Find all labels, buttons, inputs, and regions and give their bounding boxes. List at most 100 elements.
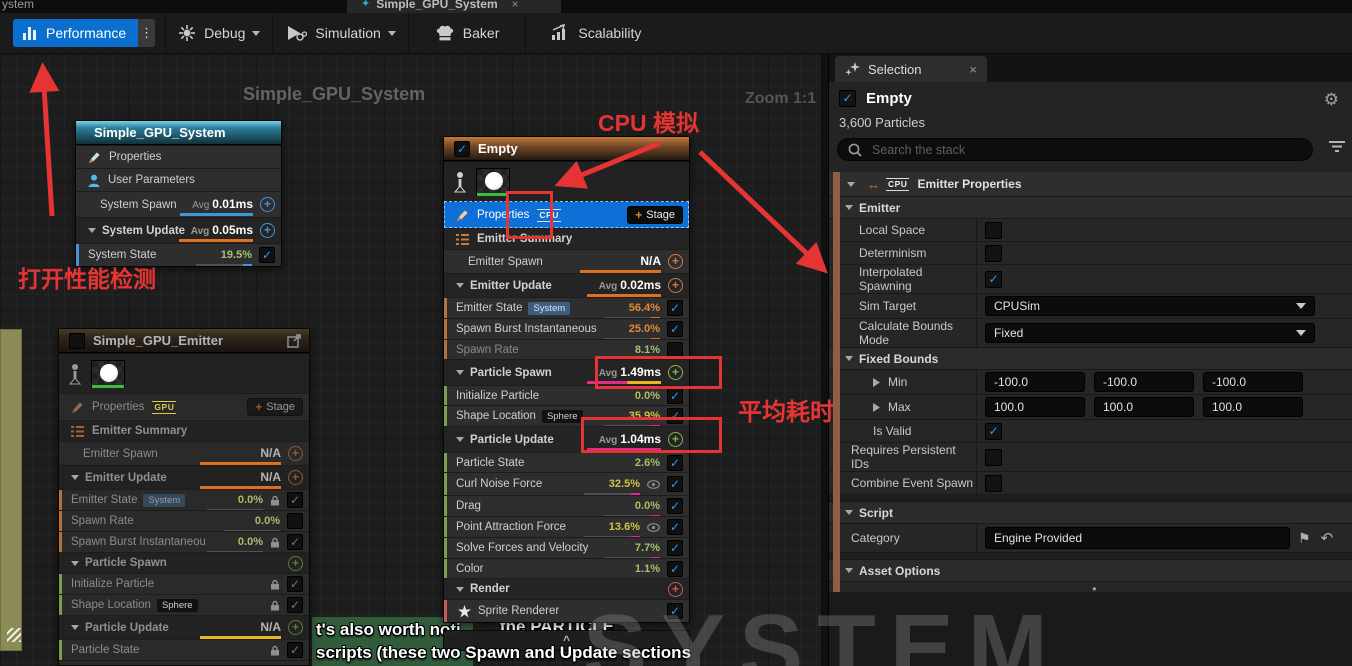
category-field[interactable]: Engine Provided [985,527,1290,549]
tab-simple-gpu-system[interactable]: ✦ Simple_GPU_System × [347,0,561,13]
emitter-enabled-checkbox[interactable] [69,333,85,349]
baker-button[interactable]: Baker [423,13,512,54]
module-checkbox[interactable]: ✓ [287,597,303,613]
renderer-thumbnail[interactable] [476,168,510,196]
empty-solve-forces-row[interactable]: Solve Forces and Velocity 7.7% ✓ [444,537,689,558]
tab-partial[interactable]: ystem [2,0,34,11]
module-checkbox[interactable]: ✓ [667,321,683,337]
collapse-arrow-icon[interactable] [847,182,855,187]
min-y-field[interactable]: -100.0 [1094,372,1194,392]
empty-emitter-spawn-row[interactable]: Emitter Spawn N/A + [444,249,689,273]
simulation-button[interactable]: Simulation [273,13,407,54]
module-checkbox[interactable] [287,513,303,529]
eye-icon[interactable] [647,480,660,489]
tab-close-icon[interactable]: × [512,0,519,11]
collapse-arrow-icon[interactable] [88,228,96,233]
gpu-emitter-node[interactable]: Simple_GPU_Emitter Properties GPU +Stage… [58,328,310,666]
collapse-arrow-icon[interactable] [845,205,853,210]
gpu-emitter-header[interactable]: Simple_GPU_Emitter [59,329,309,353]
fixed-bounds-section-header[interactable]: Fixed Bounds [829,348,1352,370]
combine-event-spawn-checkbox[interactable] [985,475,1002,492]
debug-button[interactable]: Debug [166,13,272,54]
empty-emitter-update-row[interactable]: Emitter Update Avg0.02ms + [444,273,689,297]
system-node[interactable]: Simple_GPU_System Properties User Parame… [75,120,282,267]
comment-box-partial[interactable] [0,329,22,651]
empty-drag-row[interactable]: Drag 0.0% ✓ [444,495,689,516]
min-z-field[interactable]: -100.0 [1203,372,1303,392]
resize-handle-icon[interactable] [7,628,21,642]
collapse-arrow-icon[interactable] [845,356,853,361]
gpu-emitter-spawn-row[interactable]: Emitter Spawn N/A + [59,441,309,465]
empty-spawn-burst-row[interactable]: Spawn Burst Instantaneous 25.0% ✓ [444,318,689,339]
gpu-particle-spawn-row[interactable]: Particle Spawn + [59,552,309,573]
add-module-icon[interactable]: + [260,197,275,212]
add-module-icon[interactable]: + [288,620,303,635]
module-checkbox[interactable]: ✓ [287,534,303,550]
gpu-spawn-rate-row[interactable]: Spawn Rate 0.0% [59,510,309,531]
interpolated-spawning-checkbox[interactable]: ✓ [985,271,1002,288]
empty-emitter-summary-row[interactable]: Emitter Summary [444,228,689,249]
close-icon[interactable]: × [969,62,977,77]
add-module-icon[interactable]: + [288,556,303,571]
calculate-bounds-dropdown[interactable]: Fixed [985,323,1315,343]
add-stage-button[interactable]: +Stage [247,398,303,416]
collapse-arrow-icon[interactable] [71,625,79,630]
module-checkbox[interactable]: ✓ [667,498,683,514]
add-module-icon[interactable]: + [288,470,303,485]
collapse-arrow-icon[interactable] [456,370,464,375]
collapse-arrow-icon[interactable] [845,510,853,515]
emitter-enabled-checkbox[interactable]: ✓ [454,141,470,157]
scalability-button[interactable]: Scalability [538,13,653,54]
collapse-arrow-icon[interactable] [456,437,464,442]
gpu-initialize-particle-row[interactable]: Initialize Particle ✓ [59,573,309,594]
module-checkbox[interactable]: ✓ [667,561,683,577]
add-module-icon[interactable]: + [668,278,683,293]
system-node-header[interactable]: Simple_GPU_System [76,121,281,145]
gear-icon[interactable]: ⚙ [1324,90,1339,110]
emitter-properties-header[interactable]: ↔ CPU Emitter Properties [829,172,1352,197]
add-module-icon[interactable]: + [260,223,275,238]
collapse-arrow-icon[interactable] [71,561,79,566]
empty-color-row[interactable]: Color 1.1% ✓ [444,558,689,578]
emitter-section-header[interactable]: Emitter [829,197,1352,219]
is-valid-checkbox[interactable]: ✓ [985,423,1002,440]
performance-button[interactable]: Performance [13,19,138,47]
user-parameters-row[interactable]: User Parameters [76,168,281,191]
asset-options-section-header[interactable]: Asset Options [829,560,1352,582]
module-checkbox[interactable]: ✓ [667,388,683,404]
expand-arrow-icon[interactable] [873,403,880,412]
collapse-arrow-icon[interactable] [456,283,464,288]
module-checkbox[interactable]: ✓ [287,642,303,658]
module-checkbox[interactable]: ✓ [287,492,303,508]
search-input[interactable] [870,142,1302,158]
module-checkbox[interactable]: ✓ [667,455,683,471]
graph-vertical-scrollbar[interactable] [821,54,828,666]
collapse-arrow-icon[interactable] [456,587,464,592]
module-checkbox[interactable]: ✓ [287,576,303,592]
open-emitter-icon[interactable] [287,334,301,348]
gpu-particle-state-row[interactable]: Particle State ✓ [59,639,309,660]
add-stage-button[interactable]: +Stage [627,206,683,224]
empty-properties-row[interactable]: Properties CPU +Stage [444,201,689,228]
gpu-spawn-burst-row[interactable]: Spawn Burst Instantaneous 0.0% ✓ [59,531,309,552]
system-state-checkbox[interactable]: ✓ [259,247,275,263]
empty-curl-noise-row[interactable]: Curl Noise Force 32.5% ✓ [444,472,689,495]
renderer-thumbnail[interactable] [91,360,125,388]
determinism-checkbox[interactable] [985,245,1002,262]
add-module-icon[interactable]: + [288,446,303,461]
max-z-field[interactable]: 100.0 [1203,397,1303,417]
empty-node-header[interactable]: ✓ Empty [444,137,689,161]
gpu-emitter-update-row[interactable]: Emitter Update N/A + [59,465,309,489]
empty-point-attraction-row[interactable]: Point Attraction Force 13.6% ✓ [444,516,689,537]
add-module-icon[interactable]: + [668,254,683,269]
gpu-shape-location-row[interactable]: Shape Location Sphere ✓ [59,594,309,615]
filter-icon[interactable] [1329,140,1345,158]
empty-emitter-state-row[interactable]: Emitter State System 56.4% ✓ [444,297,689,318]
module-checkbox[interactable]: ✓ [667,540,683,556]
module-checkbox[interactable]: ✓ [667,519,683,535]
gpu-emitter-state-row[interactable]: Emitter State System 0.0% ✓ [59,489,309,510]
expand-arrow-icon[interactable] [873,378,880,387]
gpu-properties-row[interactable]: Properties GPU +Stage [59,393,309,420]
selection-tab[interactable]: Selection × [835,56,987,82]
module-checkbox[interactable]: ✓ [667,300,683,316]
